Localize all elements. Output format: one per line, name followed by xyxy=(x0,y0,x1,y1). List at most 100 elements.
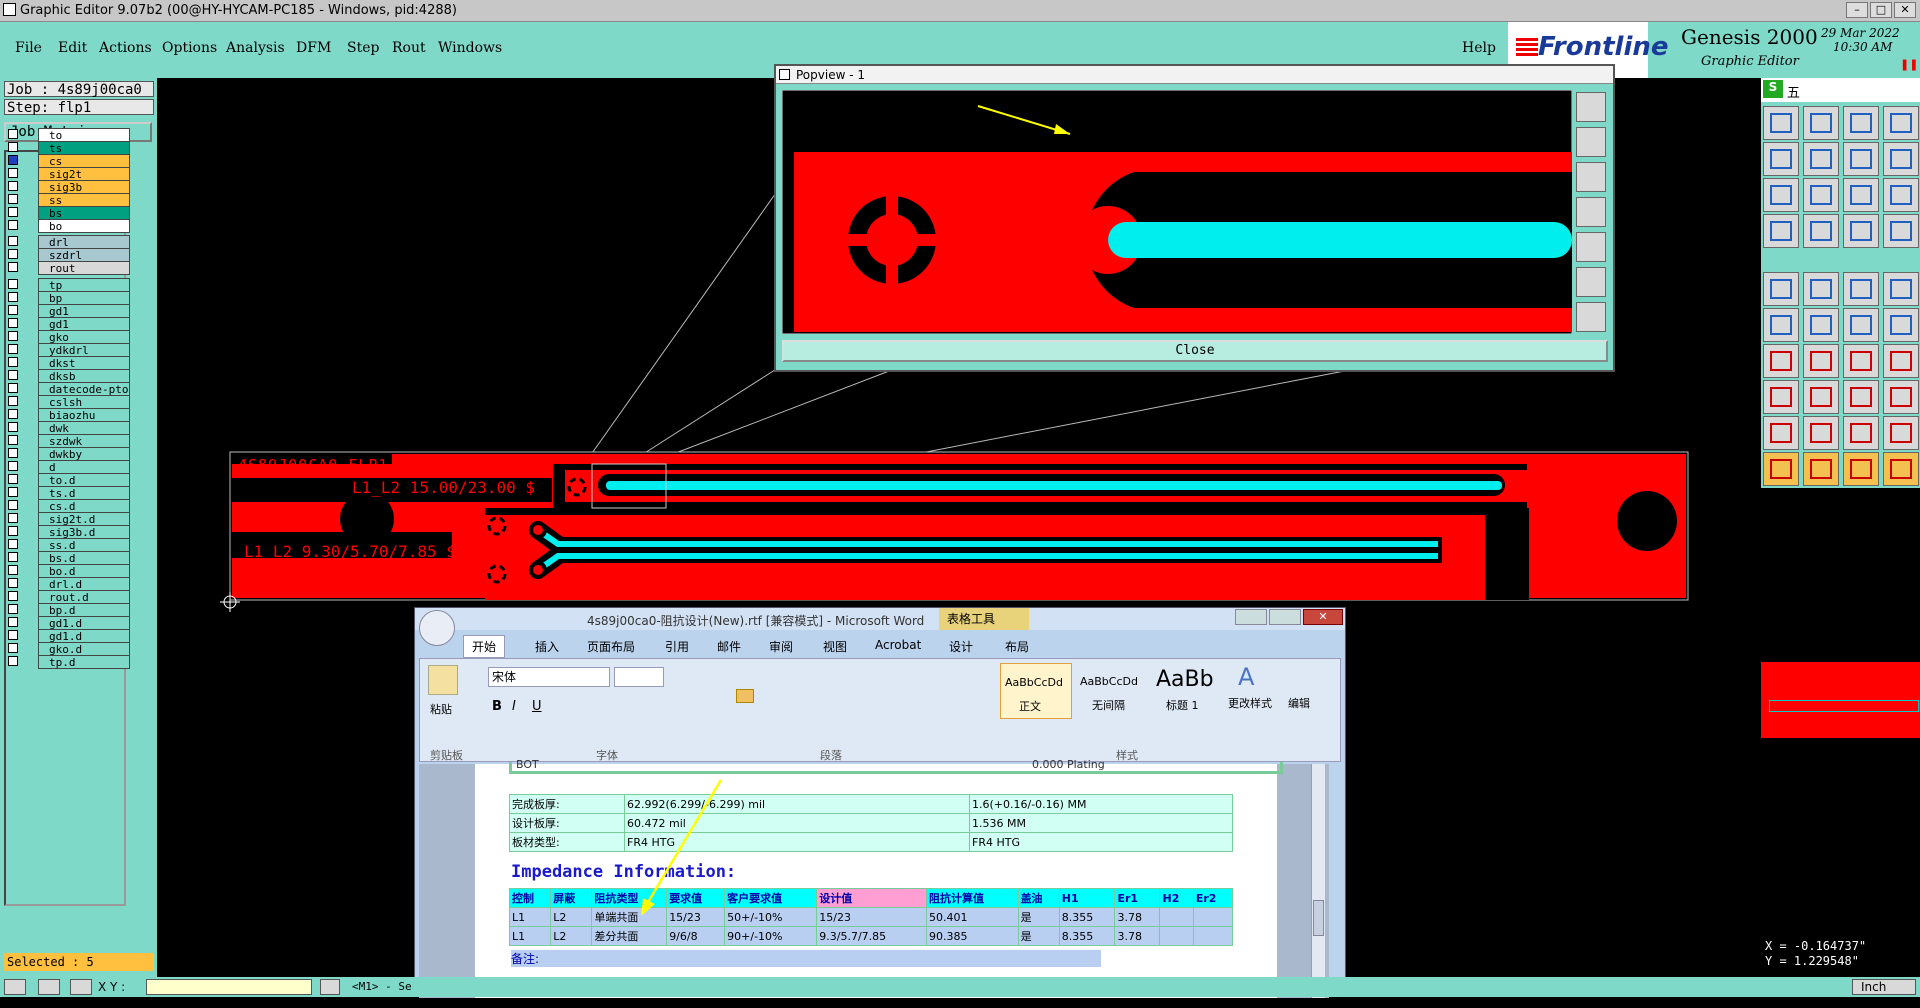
xy-input[interactable] xyxy=(146,979,312,995)
copy-icon[interactable] xyxy=(1803,106,1839,140)
pointer-icon[interactable] xyxy=(1763,452,1799,486)
scrollbar-thumb[interactable] xyxy=(1313,900,1324,936)
redo-icon[interactable] xyxy=(1803,142,1839,176)
arc-icon[interactable] xyxy=(1843,344,1879,378)
angle-icon[interactable] xyxy=(1763,344,1799,378)
edit-label[interactable]: 编辑 xyxy=(1288,695,1310,711)
popview-home-icon[interactable] xyxy=(1576,232,1606,262)
arrow-up-icon[interactable] xyxy=(1803,416,1839,450)
box-icon[interactable] xyxy=(1883,380,1919,414)
tab-home[interactable]: 开始 xyxy=(463,635,506,658)
tab-view[interactable]: 视图 xyxy=(823,638,847,655)
grid-icon[interactable] xyxy=(1803,214,1839,248)
rect-icon[interactable] xyxy=(1883,308,1919,342)
grid-mode-icon[interactable] xyxy=(70,979,92,995)
tab-layout[interactable]: 页面布局 xyxy=(587,638,635,655)
cross-icon[interactable] xyxy=(1803,308,1839,342)
query-icon[interactable] xyxy=(1883,178,1919,212)
net2-icon[interactable] xyxy=(1883,214,1919,248)
change-style-label[interactable]: 更改样式 xyxy=(1228,695,1272,711)
popview-fit-icon[interactable] xyxy=(1576,197,1606,227)
delete-icon[interactable] xyxy=(1843,106,1879,140)
pad-icon[interactable] xyxy=(1763,272,1799,306)
mini-map[interactable] xyxy=(1761,488,1920,1008)
tab-mailings[interactable]: 邮件 xyxy=(717,638,741,655)
change-style-icon[interactable]: A xyxy=(1238,663,1264,691)
pointer4-icon[interactable] xyxy=(1883,452,1919,486)
document-page[interactable]: BOT 0.000 Plating 完成板厚: 62.992(6.299/-6.2… xyxy=(475,758,1283,998)
minimize-button[interactable]: – xyxy=(1846,2,1868,18)
font-size-select[interactable] xyxy=(614,667,664,687)
snap-icon[interactable] xyxy=(1843,142,1879,176)
popview-canvas[interactable] xyxy=(782,90,1572,334)
menu-dfm[interactable]: DFM xyxy=(296,40,331,56)
word-minimize-button[interactable] xyxy=(1235,609,1267,625)
pan-icon[interactable] xyxy=(1803,178,1839,212)
minus-icon[interactable] xyxy=(1803,380,1839,414)
tab-review[interactable]: 审阅 xyxy=(769,638,793,655)
undo-icon[interactable] xyxy=(1763,142,1799,176)
style-no-spacing[interactable]: AaBbCcDd 无间隔 xyxy=(1076,663,1148,719)
style-normal[interactable]: AaBbCcDd 正文 xyxy=(1000,663,1072,719)
menu-windows[interactable]: Windows xyxy=(438,40,502,56)
popview-zoom-in-icon[interactable] xyxy=(1576,92,1606,122)
slash-icon[interactable] xyxy=(1803,344,1839,378)
close-window-button[interactable]: ✕ xyxy=(1894,2,1916,18)
via-icon[interactable] xyxy=(1763,380,1799,414)
style-heading1[interactable]: AaBb 标题 1 xyxy=(1152,663,1222,719)
select-mode-icon[interactable] xyxy=(4,979,26,995)
paste-label[interactable]: 粘贴 xyxy=(430,701,452,717)
spread-icon[interactable] xyxy=(1843,380,1879,414)
menu-file[interactable]: File xyxy=(15,40,42,56)
target-icon[interactable] xyxy=(1883,272,1919,306)
pointer2-icon[interactable] xyxy=(1803,452,1839,486)
arc3-icon[interactable] xyxy=(1883,416,1919,450)
line-icon[interactable] xyxy=(1843,308,1879,342)
maximize-button[interactable]: □ xyxy=(1870,2,1892,18)
route-icon[interactable] xyxy=(1883,344,1919,378)
net-icon[interactable] xyxy=(1843,214,1879,248)
align-left-button[interactable] xyxy=(736,689,754,703)
menu-edit[interactable]: Edit xyxy=(58,40,87,56)
menu-actions[interactable]: Actions xyxy=(99,40,152,56)
paste-icon[interactable] xyxy=(428,665,458,695)
popview-close-button[interactable]: Close xyxy=(782,340,1608,362)
menu-step[interactable]: Step xyxy=(347,40,379,56)
cross-mode-icon[interactable] xyxy=(38,979,60,995)
ratio-icon[interactable] xyxy=(1843,178,1879,212)
pointer3-icon[interactable] xyxy=(1843,452,1879,486)
ruler-icon[interactable] xyxy=(1843,272,1879,306)
tab-design[interactable]: 设计 xyxy=(949,638,973,655)
popview-center-icon[interactable] xyxy=(1576,302,1606,332)
move-icon[interactable] xyxy=(1763,106,1799,140)
zoom-icon[interactable] xyxy=(1883,106,1919,140)
outline-icon[interactable] xyxy=(1803,272,1839,306)
menu-rout[interactable]: Rout xyxy=(392,40,426,56)
menu-options[interactable]: Options xyxy=(162,40,217,56)
arc2-icon[interactable] xyxy=(1843,416,1879,450)
italic-button[interactable]: I xyxy=(512,699,516,714)
rotate-icon[interactable] xyxy=(1763,214,1799,248)
triangle-icon[interactable] xyxy=(1763,416,1799,450)
popview-pan-icon[interactable] xyxy=(1576,162,1606,192)
menu-help[interactable]: Help xyxy=(1462,40,1496,56)
word-maximize-button[interactable] xyxy=(1269,609,1301,625)
popview-zoom-out-icon[interactable] xyxy=(1576,127,1606,157)
tab-acrobat[interactable]: Acrobat xyxy=(875,638,921,652)
measure-icon[interactable] xyxy=(1883,142,1919,176)
menu-analysis[interactable]: Analysis xyxy=(226,40,285,56)
vertical-scrollbar[interactable] xyxy=(1311,764,1325,998)
fit-icon[interactable] xyxy=(1763,178,1799,212)
tab-insert[interactable]: 插入 xyxy=(535,638,559,655)
office-button[interactable] xyxy=(419,610,455,646)
underline-button[interactable]: U xyxy=(532,699,542,714)
units-select[interactable]: Inch xyxy=(1852,979,1916,995)
ime-mode[interactable]: 五 xyxy=(1787,82,1800,101)
font-name-select[interactable]: 宋体 xyxy=(488,667,610,687)
bold-button[interactable]: B xyxy=(492,699,502,714)
word-close-button[interactable]: ✕ xyxy=(1303,609,1343,625)
sogou-icon[interactable]: S xyxy=(1763,80,1783,98)
tab-table-layout[interactable]: 布局 xyxy=(1005,638,1029,655)
node-icon[interactable] xyxy=(1763,308,1799,342)
popview-grid-icon[interactable] xyxy=(1576,267,1606,297)
